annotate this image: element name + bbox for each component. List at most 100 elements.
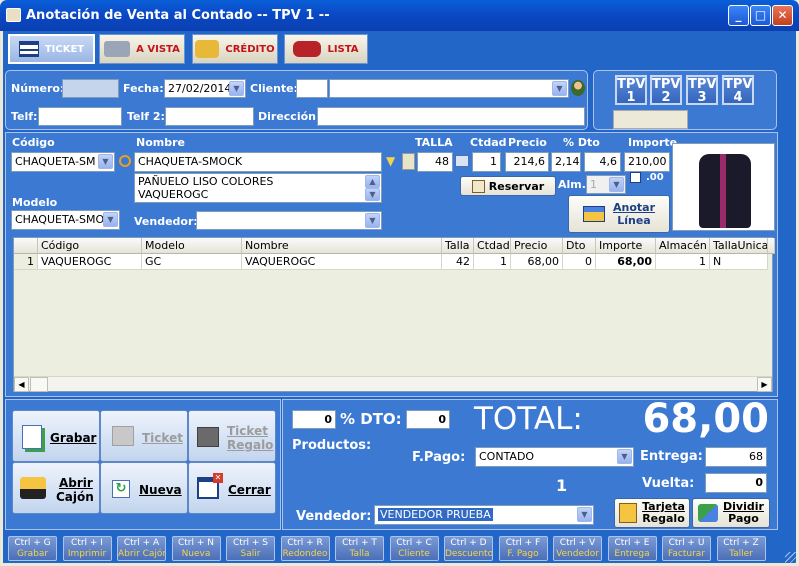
grid-header-importe[interactable]: Importe: [596, 238, 656, 254]
grid-cell-ctdad[interactable]: 1: [474, 254, 511, 270]
chevron-down-icon[interactable]: ▼: [577, 507, 592, 522]
chevron-down-icon[interactable]: ▼: [103, 212, 118, 227]
vendedor-select[interactable]: VENDEDOR PRUEBA ▼: [374, 505, 594, 525]
reservar-button[interactable]: Reservar: [460, 176, 556, 196]
shortcut-nueva[interactable]: Ctrl + N Nueva: [171, 536, 221, 561]
tarjeta-regalo-button[interactable]: Tarjeta Regalo: [614, 498, 690, 528]
shortcut-salir[interactable]: Ctrl + S Salir: [226, 536, 275, 561]
tpv-4-button[interactable]: TPV 4: [722, 75, 754, 105]
ctdad-field[interactable]: 1: [472, 152, 501, 172]
fecha-picker[interactable]: 27/02/2014 ▼: [164, 79, 246, 98]
importe-field[interactable]: 210,00: [624, 152, 670, 172]
avista-tab[interactable]: A VISTA: [99, 34, 185, 64]
dto-amount-field[interactable]: 0: [406, 410, 450, 429]
grid-cell-nombre[interactable]: VAQUEROGC: [242, 254, 442, 270]
nueva-button[interactable]: ↻ Nueva: [100, 462, 188, 514]
grid-cell-talla[interactable]: 42: [442, 254, 474, 270]
grid-cell-modelo[interactable]: GC: [142, 254, 242, 270]
grabar-button[interactable]: Grabar: [12, 410, 100, 462]
scrollbar-thumb[interactable]: [30, 377, 48, 392]
dto-percent-field[interactable]: 0: [292, 410, 336, 429]
chevron-down-icon[interactable]: ▼: [98, 154, 113, 169]
shortcut-taller[interactable]: Ctrl + Z Taller: [716, 536, 766, 561]
credito-tab[interactable]: CRÉDITO: [192, 34, 278, 64]
chevron-down-icon[interactable]: ▼: [609, 177, 624, 192]
cliente-select[interactable]: ▼: [329, 79, 569, 98]
grid-cell-dto[interactable]: 0: [563, 254, 596, 270]
grid-cell-importe[interactable]: 68,00: [596, 254, 656, 270]
grid-header-index[interactable]: [14, 238, 38, 254]
fpago-select[interactable]: CONTADO ▼: [475, 447, 634, 467]
filter-icon[interactable]: ▼: [386, 155, 399, 168]
tpv-2-button[interactable]: TPV 2: [650, 75, 682, 105]
customer-search-icon[interactable]: [571, 80, 585, 96]
almacen-select[interactable]: 1 ▼: [586, 175, 626, 194]
scroll-right-icon[interactable]: ▶: [757, 377, 772, 392]
talla-grid-icon[interactable]: [455, 155, 469, 167]
description-list[interactable]: PAÑUELO LISO COLORES VAQUEROGC ▲ ▼: [134, 173, 382, 203]
chevron-down-icon[interactable]: ▼: [617, 449, 632, 464]
dto-field[interactable]: 2,14: [551, 152, 581, 172]
search-icon[interactable]: [119, 155, 131, 167]
maximize-button[interactable]: □: [750, 5, 771, 26]
chevron-down-icon[interactable]: ▼: [229, 81, 244, 96]
nombre-field[interactable]: CHAQUETA-SMOCK: [134, 152, 382, 172]
telf-field[interactable]: [38, 107, 122, 126]
precio-field[interactable]: 214,6: [505, 152, 549, 172]
tpv-3-button[interactable]: TPV 3: [686, 75, 718, 105]
entrega-field[interactable]: 68: [705, 447, 767, 467]
shortcut-cliente[interactable]: Ctrl + C Cliente: [389, 536, 439, 561]
grid-header-modelo[interactable]: Modelo: [142, 238, 242, 254]
modelo-select[interactable]: CHAQUETA-SMO ▼: [11, 210, 120, 230]
grid-header-codigo[interactable]: Código: [38, 238, 142, 254]
line-vendedor-select[interactable]: ▼: [196, 211, 382, 230]
grid-cell-index[interactable]: 1: [14, 254, 38, 270]
shortcut-facturar[interactable]: Ctrl + U Facturar: [662, 536, 711, 561]
telf2-field[interactable]: [165, 107, 254, 126]
grid-cell-almacen[interactable]: 1: [656, 254, 710, 270]
cliente-code-field[interactable]: [296, 79, 328, 98]
chevron-down-icon[interactable]: ▼: [552, 81, 567, 96]
grid-header-talla[interactable]: Talla: [442, 238, 474, 254]
shortcut-grabar[interactable]: Ctrl + G Grabar: [8, 536, 57, 561]
grid-cell-precio[interactable]: 68,00: [511, 254, 563, 270]
cerrar-button[interactable]: ✕ Cerrar: [188, 462, 276, 514]
shortcut-fpago[interactable]: Ctrl + F F. Pago: [498, 536, 548, 561]
shortcut-descuento[interactable]: Ctrl + D Descuento: [444, 536, 493, 561]
horizontal-scrollbar[interactable]: ◀ ▶: [14, 376, 772, 392]
shortcut-vendedor[interactable]: Ctrl + V Vendedor: [553, 536, 602, 561]
scroll-down-icon[interactable]: ▼: [365, 188, 380, 201]
scroll-up-icon[interactable]: ▲: [365, 175, 380, 188]
grid-header-ctdad[interactable]: Ctdad.: [474, 238, 511, 254]
anotar-linea-button[interactable]: Anotar Línea: [568, 195, 670, 233]
scroll-left-icon[interactable]: ◀: [14, 377, 29, 392]
shortcut-imprimir[interactable]: Ctrl + I Imprimir: [62, 536, 112, 561]
talla-field[interactable]: 48: [417, 152, 453, 172]
decimals-checkbox[interactable]: [630, 172, 641, 183]
resize-grip[interactable]: [785, 552, 796, 563]
shortcut-redondeo[interactable]: Ctrl + R Redondeo: [280, 536, 330, 561]
lista-tab[interactable]: LISTA: [284, 34, 368, 64]
direccion-field[interactable]: [317, 107, 585, 126]
lines-grid[interactable]: Código Modelo Nombre Talla Ctdad. Precio…: [13, 237, 775, 392]
chevron-down-icon[interactable]: ▼: [365, 213, 380, 228]
shortcut-entrega[interactable]: Ctrl + E Entrega: [607, 536, 657, 561]
dto2-field[interactable]: 4,6: [584, 152, 621, 172]
shortcut-abrir-cajon[interactable]: Ctrl + A Abrir Cajón: [117, 536, 166, 561]
ticket-tab[interactable]: TICKET: [8, 34, 95, 64]
grid-header-precio[interactable]: Precio: [511, 238, 563, 254]
grid-header-dto[interactable]: Dto: [563, 238, 596, 254]
tpv-1-button[interactable]: TPV 1: [615, 75, 647, 105]
dividir-pago-button[interactable]: Dividir Pago: [692, 498, 770, 528]
abrir-cajon-button[interactable]: Abrir Cajón: [12, 462, 100, 514]
close-button[interactable]: ✕: [772, 5, 793, 26]
grid-cell-tallaunica[interactable]: N: [710, 254, 768, 270]
shortcut-talla[interactable]: Ctrl + T Talla: [335, 536, 384, 561]
grid-header-tallaunica[interactable]: TallaUnica: [710, 238, 768, 254]
grid-header-nombre[interactable]: Nombre: [242, 238, 442, 254]
grid-cell-codigo[interactable]: VAQUEROGC: [38, 254, 142, 270]
grid-header-almacen[interactable]: Almacén: [656, 238, 710, 254]
codigo-select[interactable]: CHAQUETA-SM ▼: [11, 152, 115, 172]
minimize-button[interactable]: _: [728, 5, 749, 26]
numero-field[interactable]: [62, 79, 119, 98]
